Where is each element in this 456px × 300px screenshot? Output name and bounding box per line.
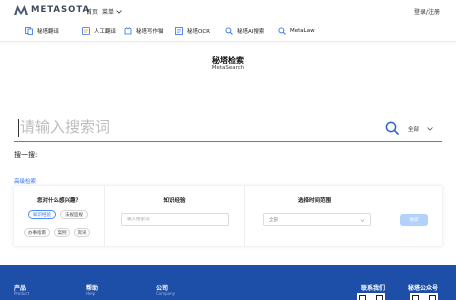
time-range-value: 全部	[269, 217, 278, 223]
chevron-down-icon	[116, 9, 122, 14]
tool-label: 秘塔翻译	[37, 29, 60, 35]
logo[interactable]: METASOTA	[14, 5, 90, 15]
footer-company-sub: Company	[156, 291, 176, 296]
ocr-icon	[175, 27, 183, 35]
logo-text: METASOTA	[31, 5, 91, 15]
tool-writing-cat[interactable]: 秘塔写作猫	[124, 27, 164, 35]
chip-cases[interactable]: 案例	[54, 228, 70, 237]
interest-column: 您对什么感兴趣？ 知识经验 法规监规 办事指南 案例 资讯	[14, 186, 104, 246]
chevron-down-icon	[360, 219, 365, 222]
tool-ocr[interactable]: 秘塔OCR	[175, 27, 210, 35]
time-title: 选择时间范围	[297, 198, 331, 204]
logo-mark-icon	[14, 5, 28, 15]
nav-menu-dropdown[interactable]: 菜单	[102, 7, 122, 16]
tool-label: 人工翻译	[94, 29, 117, 35]
footer: 产品 Product 帮助 Help 公司 Company 联系我们 秘塔公众号	[0, 265, 456, 300]
knowledge-field[interactable]	[121, 213, 229, 226]
tool-translate[interactable]: 秘塔翻译	[25, 27, 59, 35]
nav-home-link[interactable]: 首页	[86, 7, 98, 16]
search-bar: 全部	[14, 112, 442, 142]
wechat-qr-code	[410, 293, 438, 300]
tool-label: 秘塔AI搜索	[237, 29, 265, 35]
search-input[interactable]	[20, 115, 380, 139]
footer-help-sub: Help	[86, 291, 96, 296]
tool-label: 秘塔OCR	[187, 29, 210, 35]
scope-label: 全部	[408, 127, 420, 133]
tool-metalaw[interactable]: MetaLaw	[278, 27, 315, 35]
chip-news[interactable]: 资讯	[74, 228, 90, 237]
nav-menu-label: 菜单	[102, 9, 115, 16]
tool-label: MetaLaw	[290, 28, 315, 34]
time-column: 选择时间范围 全部	[244, 186, 384, 246]
human-translate-icon	[82, 27, 90, 35]
top-bar: METASOTA 首页 菜单 登录/注册	[0, 0, 456, 22]
login-register-link[interactable]: 登录/注册	[414, 7, 440, 16]
tool-ai-search[interactable]: 秘塔AI搜索	[225, 27, 264, 35]
chevron-down-icon	[427, 127, 433, 131]
time-range-select[interactable]: 全部	[263, 213, 371, 226]
translate-doc-icon	[25, 27, 33, 35]
knowledge-input[interactable]	[127, 217, 228, 222]
writing-cat-icon	[124, 27, 132, 35]
footer-wechat-title: 秘塔公众号	[408, 285, 439, 292]
page-subtitle: MetaSearch	[211, 65, 245, 71]
tool-human-translate[interactable]: 人工翻译	[82, 27, 116, 35]
tool-label: 秘塔写作猫	[136, 29, 164, 35]
product-toolbar: 秘塔翻译 人工翻译 秘塔写作猫 秘塔OCR 秘塔AI搜索 MetaLaw	[0, 22, 456, 42]
knowledge-column: 知识经验	[104, 186, 244, 246]
interest-title: 您对什么感兴趣？	[36, 198, 81, 204]
advanced-search-link[interactable]: 高级检索	[14, 177, 36, 185]
chip-guides[interactable]: 办事指南	[24, 228, 50, 237]
text-caret	[18, 119, 19, 137]
contact-qr-code	[357, 293, 385, 300]
advanced-search-panel: 您对什么感兴趣？ 知识经验 法规监规 办事指南 案例 资讯 知识经验 选择时间范…	[14, 186, 442, 246]
knowledge-title: 知识经验	[163, 198, 186, 204]
footer-product-sub: Product	[14, 291, 30, 296]
scope-select[interactable]: 全部	[408, 125, 433, 133]
footer-contact-title: 联系我们	[361, 285, 386, 292]
chip-regulations[interactable]: 法规监规	[60, 210, 88, 219]
search-icon	[278, 27, 286, 35]
advanced-search-button[interactable]: 搜索	[400, 214, 428, 226]
search-icon	[225, 27, 233, 35]
chip-knowledge[interactable]: 知识经验	[28, 210, 56, 219]
search-suggestions-label: 搜一搜:	[14, 151, 38, 159]
search-icon[interactable]	[385, 121, 399, 135]
